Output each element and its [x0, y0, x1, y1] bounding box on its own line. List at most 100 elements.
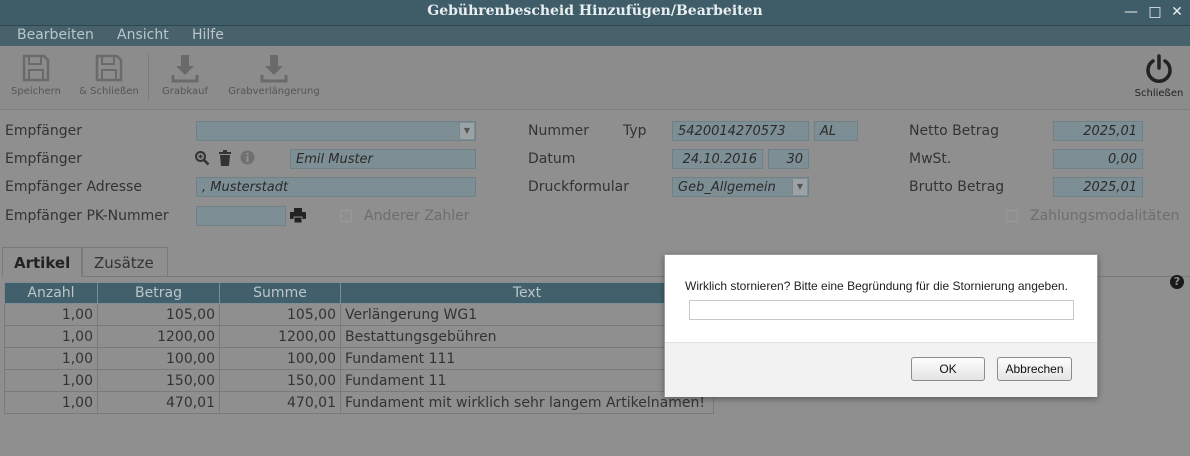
- pk-nummer-label: Empfänger PK-Nummer: [5, 208, 169, 224]
- cell-betrag: 100,00: [97, 347, 220, 370]
- download-icon: [171, 55, 199, 83]
- form-area: Empfänger ▼ Empfänger Emil Muster Empfän…: [0, 111, 1190, 243]
- cell-anzahl: 1,00: [4, 369, 98, 392]
- anderer-zahler-label: Anderer Zahler: [364, 208, 470, 224]
- save-close-label: & Schließen: [79, 86, 139, 97]
- druckformular-label: Druckformular: [528, 179, 629, 195]
- typ-label: Typ: [623, 123, 647, 139]
- table-row[interactable]: 1,00 1200,00 1200,00 Bestattungsgebühren: [4, 325, 714, 348]
- cell-text: Fundament 11: [340, 369, 714, 392]
- nummer-label: Nummer: [528, 123, 589, 139]
- save-label: Speichern: [11, 86, 61, 97]
- cell-betrag: 470,01: [97, 391, 220, 414]
- toolbar-divider: [148, 54, 149, 100]
- tab-zusaetze[interactable]: Zusätze: [82, 247, 168, 277]
- druckformular-select[interactable]: Geb_Allgemein ▼: [672, 177, 809, 197]
- brutto-field: 2025,01: [1053, 177, 1143, 197]
- trash-icon[interactable]: [218, 150, 232, 170]
- column-header-betrag[interactable]: Betrag: [97, 282, 220, 304]
- typ-field[interactable]: AL: [814, 121, 858, 141]
- cancel-button[interactable]: Abbrechen: [997, 357, 1072, 381]
- menu-hilfe[interactable]: Hilfe: [192, 27, 224, 43]
- empfaenger2-label: Empfänger: [5, 151, 83, 167]
- grabverlaengerung-button[interactable]: Grabverlängerung: [222, 46, 326, 108]
- table-row[interactable]: 1,00 100,00 100,00 Fundament 111: [4, 347, 714, 370]
- netto-label: Netto Betrag: [909, 123, 1000, 139]
- chevron-down-icon[interactable]: ▼: [459, 123, 474, 139]
- dialog-footer: OK Abbrechen: [665, 342, 1097, 397]
- table-row[interactable]: 1,00 470,01 470,01 Fundament mit wirklic…: [4, 391, 714, 414]
- pk-nummer-field[interactable]: [196, 206, 286, 226]
- window-titlebar: Gebührenbescheid Hinzufügen/Bearbeiten —…: [0, 0, 1190, 26]
- info-icon[interactable]: [240, 150, 255, 169]
- close-label: Schließen: [1134, 88, 1184, 99]
- cell-text: Fundament mit wirklich sehr langem Artik…: [340, 391, 714, 414]
- cell-anzahl: 1,00: [4, 303, 98, 326]
- cell-summe: 470,01: [219, 391, 341, 414]
- dialog-message: Wirklich stornieren? Bitte eine Begründu…: [685, 279, 1068, 293]
- table-row[interactable]: 1,00 105,00 105,00 Verlängerung WG1: [4, 303, 714, 326]
- grabkauf-label: Grabkauf: [162, 86, 208, 97]
- floppy-disk-icon: [95, 54, 123, 82]
- menubar: Bearbeiten Ansicht Hilfe: [0, 26, 1190, 46]
- close-icon[interactable]: ✕: [1168, 4, 1186, 20]
- cell-summe: 105,00: [219, 303, 341, 326]
- cell-text: Bestattungsgebühren: [340, 325, 714, 348]
- storno-dialog: Wirklich stornieren? Bitte eine Begründu…: [664, 254, 1098, 397]
- zoom-icon[interactable]: [194, 150, 210, 170]
- cell-summe: 150,00: [219, 369, 341, 392]
- mwst-label: MwSt.: [909, 151, 952, 167]
- cell-betrag: 150,00: [97, 369, 220, 392]
- column-header-text[interactable]: Text: [340, 282, 714, 304]
- datum-label: Datum: [528, 151, 576, 167]
- druckformular-value: Geb_Allgemein: [678, 180, 776, 195]
- zahlungsmodalitaeten-label: Zahlungsmodalitäten: [1030, 208, 1180, 224]
- close-button[interactable]: Schließen: [1130, 46, 1188, 108]
- maximize-icon[interactable]: □: [1146, 4, 1164, 20]
- download-icon: [260, 55, 288, 83]
- cell-anzahl: 1,00: [4, 391, 98, 414]
- column-header-summe[interactable]: Summe: [219, 282, 341, 304]
- menu-bearbeiten[interactable]: Bearbeiten: [17, 27, 94, 43]
- cell-summe: 100,00: [219, 347, 341, 370]
- grabkauf-button[interactable]: Grabkauf: [154, 46, 216, 108]
- datum-extra-field[interactable]: 30: [768, 149, 809, 169]
- menu-ansicht[interactable]: Ansicht: [117, 27, 169, 43]
- chevron-down-icon[interactable]: ▼: [792, 179, 807, 195]
- mwst-field: 0,00: [1053, 149, 1143, 169]
- empfaenger-name-field[interactable]: Emil Muster: [290, 149, 476, 169]
- cell-text: Verlängerung WG1: [340, 303, 714, 326]
- empfaenger-select[interactable]: ▼: [196, 121, 476, 141]
- zahlungsmodalitaeten-checkbox[interactable]: [1006, 210, 1018, 222]
- save-close-button[interactable]: & Schließen: [74, 46, 144, 108]
- ok-button[interactable]: OK: [911, 357, 985, 381]
- window-title: Gebührenbescheid Hinzufügen/Bearbeiten: [427, 3, 763, 19]
- table-header-row: Anzahl Betrag Summe Text: [4, 282, 714, 304]
- column-header-anzahl[interactable]: Anzahl: [4, 282, 98, 304]
- artikel-table: Anzahl Betrag Summe Text 1,00 105,00 105…: [4, 282, 714, 414]
- tab-artikel[interactable]: Artikel: [2, 247, 82, 277]
- floppy-disk-icon: [22, 54, 50, 82]
- netto-field: 2025,01: [1053, 121, 1143, 141]
- cell-anzahl: 1,00: [4, 325, 98, 348]
- cell-anzahl: 1,00: [4, 347, 98, 370]
- empfaenger-label: Empfänger: [5, 123, 83, 139]
- nummer-field[interactable]: 5420014270573: [672, 121, 809, 141]
- cell-text: Fundament 111: [340, 347, 714, 370]
- help-icon[interactable]: ?: [1170, 275, 1184, 289]
- toolbar: Speichern & Schließen Grabkauf Grabverlä…: [0, 46, 1190, 110]
- printer-icon[interactable]: [290, 208, 306, 227]
- begruendung-input[interactable]: [689, 300, 1074, 320]
- cell-summe: 1200,00: [219, 325, 341, 348]
- grabverlaengerung-label: Grabverlängerung: [228, 86, 320, 97]
- save-button[interactable]: Speichern: [4, 46, 68, 108]
- anderer-zahler-checkbox[interactable]: [340, 210, 352, 222]
- table-row[interactable]: 1,00 150,00 150,00 Fundament 11: [4, 369, 714, 392]
- cell-betrag: 105,00: [97, 303, 220, 326]
- adresse-field[interactable]: , Musterstadt: [196, 177, 476, 197]
- minimize-icon[interactable]: —: [1122, 4, 1140, 20]
- power-icon: [1146, 54, 1172, 83]
- brutto-label: Brutto Betrag: [909, 179, 1005, 195]
- adresse-label: Empfänger Adresse: [5, 179, 142, 195]
- datum-field[interactable]: 24.10.2016: [672, 149, 763, 169]
